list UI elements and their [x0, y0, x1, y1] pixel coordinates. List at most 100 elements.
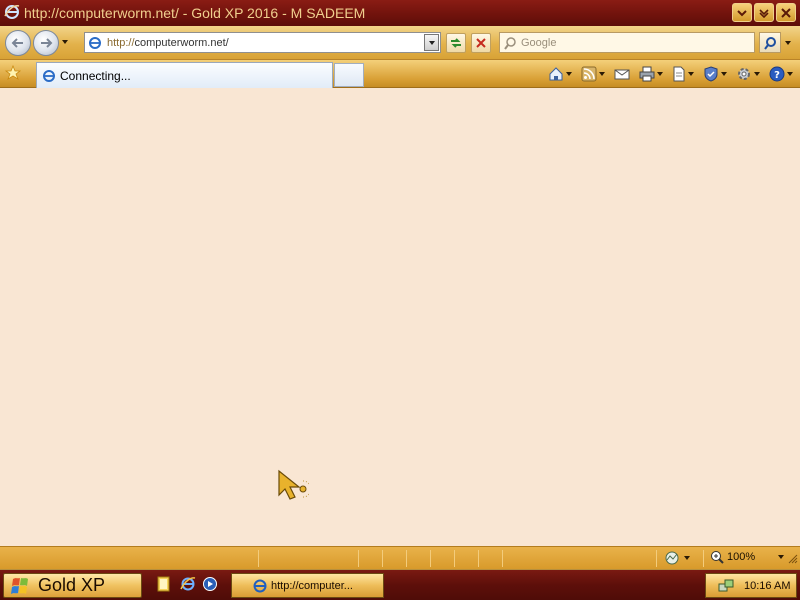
safety-button[interactable]: [700, 64, 730, 84]
clock[interactable]: 10:16 AM: [744, 580, 790, 592]
magnifier-icon: [764, 36, 776, 50]
refresh-icon: [451, 38, 461, 48]
help-icon: ?: [769, 66, 785, 82]
chevron-down-icon: [599, 72, 605, 76]
zoom-control[interactable]: 100%: [710, 550, 785, 564]
status-separator: [454, 550, 455, 567]
address-url: http://computerworm.net/: [107, 37, 229, 49]
tab-bar: Connecting... ?: [0, 60, 800, 88]
new-tab-button[interactable]: [334, 63, 364, 87]
quicklaunch-folder-button[interactable]: [156, 576, 172, 595]
search-options-dropdown[interactable]: [785, 41, 791, 45]
status-bar: 100%: [0, 546, 800, 569]
security-zone-button[interactable]: [664, 550, 690, 566]
navigation-bar: http://computerworm.net/ Google: [0, 26, 800, 60]
internet-explorer-icon: [180, 577, 196, 591]
status-separator: [382, 550, 383, 567]
home-button[interactable]: [545, 64, 575, 84]
chevron-down-icon: [721, 72, 727, 76]
resize-grip-icon[interactable]: [788, 553, 798, 567]
page-button[interactable]: [669, 64, 697, 84]
search-icon: [504, 36, 516, 50]
forward-button[interactable]: [33, 30, 59, 56]
window-title: http://computerworm.net/ - Gold XP 2016 …: [24, 5, 366, 21]
maximize-icon: [759, 8, 769, 18]
page-content[interactable]: [0, 88, 800, 546]
chevron-down-icon: [787, 72, 793, 76]
tab-ie-icon: [42, 69, 56, 83]
task-label: http://computer...: [271, 579, 353, 592]
title-bar: http://computerworm.net/ - Gold XP 2016 …: [0, 0, 800, 26]
taskbar-window-button[interactable]: http://computer...: [231, 573, 384, 598]
command-bar: ?: [545, 64, 796, 84]
status-separator: [703, 550, 704, 567]
address-dropdown-button[interactable]: [424, 34, 439, 51]
svg-text:?: ?: [774, 70, 780, 81]
quicklaunch-media-button[interactable]: [202, 576, 218, 595]
status-separator: [502, 550, 503, 567]
task-ie-icon: [253, 579, 267, 592]
print-button[interactable]: [636, 64, 666, 84]
forward-arrow-icon: [41, 38, 53, 48]
chevron-down-icon: [785, 41, 791, 45]
windows-logo-icon: [11, 577, 28, 594]
start-button[interactable]: Gold XP: [3, 573, 142, 598]
chevron-down-icon: [778, 555, 785, 559]
maximize-button[interactable]: [754, 3, 774, 22]
feeds-button[interactable]: [578, 64, 608, 84]
favorites-button[interactable]: [4, 64, 22, 84]
zone-icon: [665, 551, 679, 565]
quicklaunch-ie-button[interactable]: [180, 576, 196, 595]
minimize-button[interactable]: [732, 3, 752, 22]
folder-icon: [157, 576, 170, 592]
status-separator: [258, 550, 259, 567]
search-input[interactable]: Google: [499, 32, 755, 53]
tools-icon: [738, 68, 750, 80]
mail-icon: [614, 69, 630, 80]
mail-button[interactable]: [611, 64, 633, 84]
tools-button[interactable]: [733, 64, 763, 84]
recent-pages-dropdown[interactable]: [62, 40, 68, 44]
address-input[interactable]: http://computerworm.net/: [84, 32, 441, 53]
address-protocol: http://: [107, 36, 135, 49]
refresh-button[interactable]: [446, 33, 466, 53]
print-icon: [639, 66, 655, 82]
stop-button[interactable]: [471, 33, 491, 53]
zoom-level: 100%: [727, 551, 756, 563]
search-placeholder: Google: [521, 36, 557, 49]
back-button[interactable]: [5, 30, 31, 56]
chevron-down-icon: [684, 556, 690, 560]
start-label: Gold XP: [38, 575, 106, 595]
address-host: computerworm.net/: [134, 36, 229, 49]
taskbar: Gold XP http://computer... 10:16 AM: [0, 569, 800, 600]
chevron-down-icon: [657, 72, 663, 76]
chevron-down-icon: [754, 72, 760, 76]
status-separator: [406, 550, 407, 567]
status-separator: [358, 550, 359, 567]
search-button[interactable]: [759, 32, 781, 53]
close-button[interactable]: [776, 3, 796, 22]
feeds-icon: [581, 66, 597, 82]
page-icon: [673, 66, 685, 82]
tab-active[interactable]: Connecting...: [36, 62, 333, 88]
safety-icon: [704, 66, 718, 82]
tab-label: Connecting...: [60, 68, 131, 83]
chevron-down-icon: [566, 72, 572, 76]
chevron-down-icon: [62, 40, 68, 44]
ie-app-icon[interactable]: [4, 4, 20, 23]
home-icon: [549, 67, 563, 81]
mouse-cursor-icon: [277, 469, 312, 506]
help-button[interactable]: ?: [766, 64, 796, 84]
system-tray: 10:16 AM: [705, 573, 797, 598]
status-separator: [656, 550, 657, 567]
minimize-icon: [737, 9, 747, 16]
stop-icon: [476, 38, 486, 48]
chevron-down-icon: [688, 72, 694, 76]
star-icon: [4, 64, 22, 80]
status-separator: [430, 550, 431, 567]
close-icon: [781, 7, 791, 18]
network-icon[interactable]: [718, 578, 734, 594]
page-ie-icon: [88, 36, 102, 50]
chevron-down-icon: [428, 40, 435, 45]
zoom-icon: [711, 551, 724, 564]
